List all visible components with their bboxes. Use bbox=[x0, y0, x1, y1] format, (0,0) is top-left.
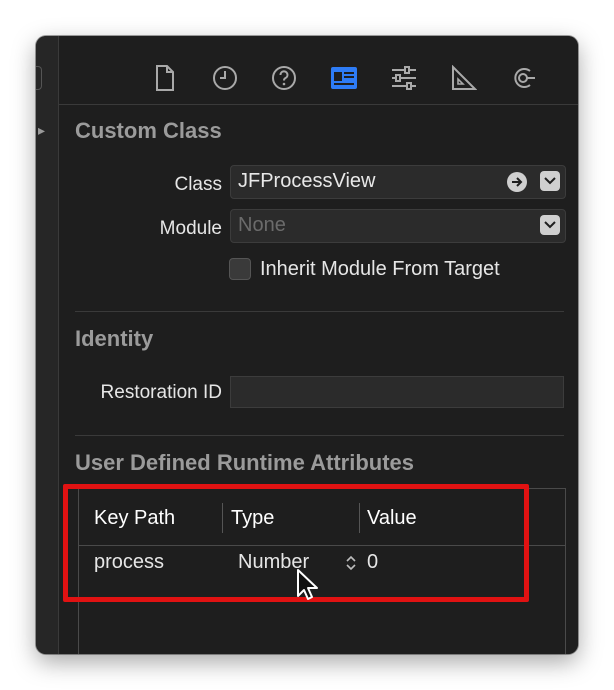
pane-edge-marker bbox=[36, 66, 42, 90]
class-value: JFProcessView bbox=[238, 170, 376, 192]
inherit-module-label[interactable]: Inherit Module From Target bbox=[260, 258, 500, 281]
restoration-id-field[interactable] bbox=[230, 376, 564, 408]
class-label: Class bbox=[174, 174, 222, 195]
inspector-tab-bar bbox=[59, 36, 578, 105]
type-popup-chevrons-icon[interactable] bbox=[344, 553, 358, 573]
history-icon[interactable] bbox=[211, 64, 239, 92]
help-icon[interactable] bbox=[270, 64, 298, 92]
column-separator bbox=[359, 503, 360, 533]
restoration-id-label: Restoration ID bbox=[100, 382, 222, 403]
connections-icon[interactable] bbox=[509, 64, 537, 92]
module-placeholder: None bbox=[238, 214, 286, 236]
file-icon[interactable] bbox=[151, 64, 179, 92]
column-separator bbox=[222, 503, 223, 533]
identity-title: Identity bbox=[75, 326, 154, 351]
runtime-attributes-table: Key Path Type Value process Number 0 bbox=[78, 488, 566, 654]
runtime-attributes-title: User Defined Runtime Attributes bbox=[75, 450, 415, 475]
section-divider bbox=[75, 435, 564, 436]
module-dropdown-chevron-icon[interactable] bbox=[540, 215, 560, 235]
table-header-rule bbox=[79, 545, 565, 546]
disclosure-chevron-icon[interactable]: ▸ bbox=[38, 122, 45, 139]
attributes-sliders-icon[interactable] bbox=[390, 64, 418, 92]
column-header-value[interactable]: Value bbox=[367, 507, 417, 530]
left-pane-edge: ▸ bbox=[36, 36, 59, 654]
column-header-key-path[interactable]: Key Path bbox=[94, 507, 175, 530]
go-to-class-arrow-icon[interactable] bbox=[507, 172, 527, 192]
column-header-type[interactable]: Type bbox=[231, 507, 274, 530]
module-label: Module bbox=[159, 218, 222, 239]
row-value[interactable]: 0 bbox=[367, 551, 378, 574]
size-ruler-icon[interactable] bbox=[450, 64, 478, 92]
identity-inspector: Custom Class Class JFProcessView Module … bbox=[59, 36, 578, 654]
class-dropdown-chevron-icon[interactable] bbox=[540, 171, 560, 191]
inspector-window: ▸ Custom Class Class JFProcessView Modul… bbox=[36, 36, 578, 654]
row-key-path[interactable]: process bbox=[94, 551, 164, 574]
module-combobox[interactable]: None bbox=[230, 209, 566, 243]
mouse-pointer-icon bbox=[297, 569, 318, 600]
inherit-module-checkbox[interactable] bbox=[229, 258, 251, 280]
section-divider bbox=[75, 311, 564, 312]
identity-inspector-icon[interactable] bbox=[330, 64, 358, 92]
class-combobox[interactable]: JFProcessView bbox=[230, 165, 566, 199]
custom-class-title: Custom Class bbox=[75, 118, 222, 143]
